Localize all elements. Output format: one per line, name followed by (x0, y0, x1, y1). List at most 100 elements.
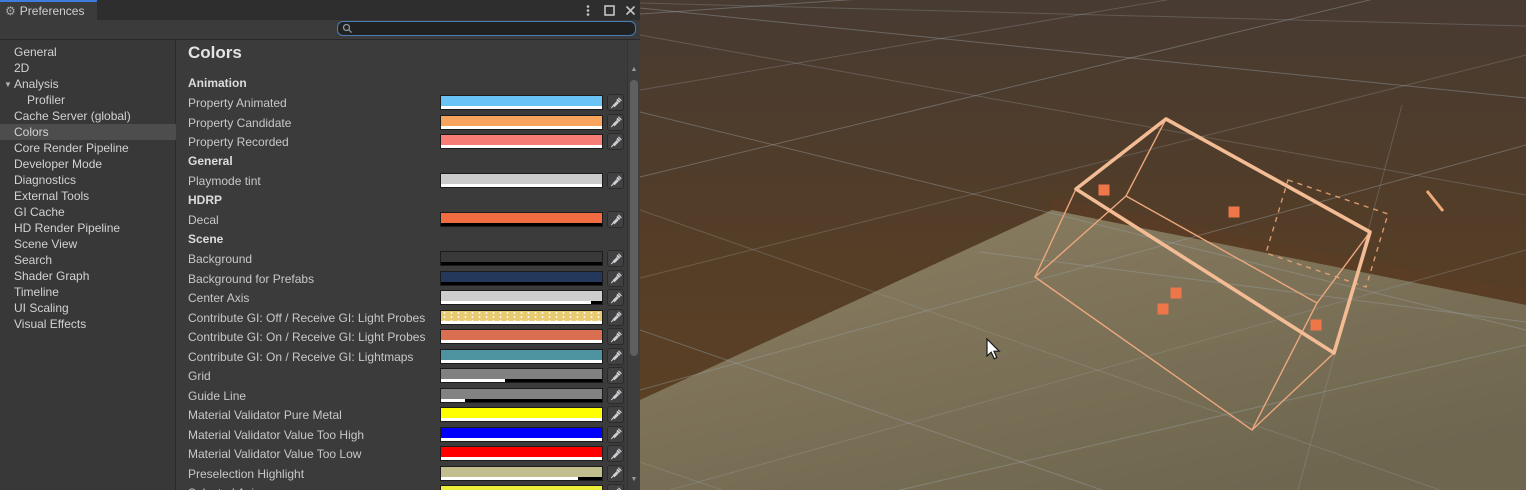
light-probe-handle[interactable] (1229, 207, 1240, 218)
sidebar-item-scene-view[interactable]: Scene View (0, 236, 176, 252)
color-swatch-preselection-highlight[interactable] (440, 466, 603, 481)
foldout-triangle-icon[interactable]: ▼ (3, 80, 13, 89)
eyedropper-button[interactable] (607, 172, 624, 189)
swatch-alpha-white (441, 321, 602, 324)
search-box[interactable] (337, 21, 636, 36)
light-probe-handle[interactable] (1171, 288, 1182, 299)
eyedropper-button[interactable] (607, 387, 624, 404)
eyedropper-button[interactable] (607, 133, 624, 150)
swatch-color (441, 428, 602, 438)
eyedropper-button[interactable] (607, 114, 624, 131)
sidebar-item-hd-render-pipeline[interactable]: HD Render Pipeline (0, 220, 176, 236)
eyedropper-button[interactable] (607, 309, 624, 326)
maximize-icon[interactable] (603, 4, 615, 16)
color-label: Selected Axis (188, 486, 260, 490)
color-swatch-contribute-gi-on-receive-gi-lightmaps[interactable] (440, 349, 603, 364)
color-swatch-property-recorded[interactable] (440, 134, 603, 149)
swatch-alpha-white (441, 340, 602, 343)
light-probe-handle[interactable] (1311, 320, 1322, 331)
eyedropper-button[interactable] (607, 367, 624, 384)
eyedropper-button[interactable] (607, 406, 624, 423)
eyedropper-icon (609, 174, 623, 188)
color-swatch-property-animated[interactable] (440, 95, 603, 110)
color-label: Decal (188, 213, 219, 227)
scrollbar[interactable]: ▲ ▼ (627, 40, 640, 490)
sidebar-item-shader-graph[interactable]: Shader Graph (0, 268, 176, 284)
color-swatch-grid[interactable] (440, 368, 603, 383)
eyedropper-button[interactable] (607, 270, 624, 287)
eyedropper-button[interactable] (607, 426, 624, 443)
color-row: Guide Line (177, 386, 627, 405)
color-swatch-background[interactable] (440, 251, 603, 266)
section-header: Animation (188, 76, 247, 90)
color-swatch-material-validator-value-too-high[interactable] (440, 427, 603, 442)
color-swatch-contribute-gi-off-receive-gi-light-probes[interactable] (440, 310, 603, 325)
sidebar-item-developer-mode[interactable]: Developer Mode (0, 156, 176, 172)
sidebar-item-diagnostics[interactable]: Diagnostics (0, 172, 176, 188)
eyedropper-button[interactable] (607, 465, 624, 482)
swatch-color (441, 213, 602, 223)
color-row: Grid (177, 366, 627, 385)
swatch-alpha-white (441, 438, 602, 441)
sidebar-item-2d[interactable]: 2D (0, 60, 176, 76)
color-swatch-guide-line[interactable] (440, 388, 603, 403)
sidebar-item-gi-cache[interactable]: GI Cache (0, 204, 176, 220)
scroll-down-icon[interactable]: ▼ (628, 474, 640, 486)
eyedropper-button[interactable] (607, 348, 624, 365)
eyedropper-icon (609, 466, 623, 480)
eyedropper-button[interactable] (607, 445, 624, 462)
sidebar-item-general[interactable]: General (0, 44, 176, 60)
eyedropper-button[interactable] (607, 328, 624, 345)
color-swatch-playmode-tint[interactable] (440, 173, 603, 188)
sidebar-item-visual-effects[interactable]: Visual Effects (0, 316, 176, 332)
color-row: Playmode tint (177, 171, 627, 190)
color-swatch-contribute-gi-on-receive-gi-light-probes[interactable] (440, 329, 603, 344)
sidebar-item-label: Core Render Pipeline (14, 141, 129, 155)
swatch-alpha-bar (441, 184, 602, 187)
swatch-alpha-bar (441, 438, 602, 441)
sidebar-item-label: Search (14, 253, 52, 267)
color-label: Material Validator Value Too High (188, 428, 364, 442)
sidebar-item-timeline[interactable]: Timeline (0, 284, 176, 300)
sidebar-item-profiler[interactable]: Profiler (0, 92, 176, 108)
swatch-alpha-white (441, 301, 591, 304)
color-swatch-property-candidate[interactable] (440, 115, 603, 130)
sidebar-item-core-render-pipeline[interactable]: Core Render Pipeline (0, 140, 176, 156)
section-header-row: Scene (177, 230, 627, 249)
scene-viewport[interactable] (640, 0, 1526, 490)
color-swatch-selected-axis[interactable] (440, 485, 603, 490)
sidebar-item-cache-server-global[interactable]: Cache Server (global) (0, 108, 176, 124)
tab-preferences[interactable]: ⚙ Preferences (0, 0, 97, 20)
color-swatch-material-validator-pure-metal[interactable] (440, 407, 603, 422)
eyedropper-button[interactable] (607, 484, 624, 490)
color-swatch-background-for-prefabs[interactable] (440, 271, 603, 286)
sidebar-item-external-tools[interactable]: External Tools (0, 188, 176, 204)
sidebar-item-analysis[interactable]: ▼Analysis (0, 76, 176, 92)
swatch-alpha-white (441, 457, 602, 460)
eyedropper-button[interactable] (607, 250, 624, 267)
sidebar-item-colors[interactable]: Colors (0, 124, 176, 140)
eyedropper-button[interactable] (607, 211, 624, 228)
scrollbar-thumb[interactable] (630, 80, 638, 356)
swatch-alpha-bar (441, 399, 602, 402)
eyedropper-button[interactable] (607, 289, 624, 306)
swatch-alpha-white (441, 145, 602, 148)
sidebar-item-label: Colors (14, 125, 49, 139)
color-swatch-material-validator-value-too-low[interactable] (440, 446, 603, 461)
color-swatch-center-axis[interactable] (440, 290, 603, 305)
color-label: Property Candidate (188, 116, 291, 130)
sidebar-item-ui-scaling[interactable]: UI Scaling (0, 300, 176, 316)
swatch-color (441, 447, 602, 457)
color-row: Background (177, 249, 627, 268)
close-icon[interactable] (624, 4, 636, 16)
light-probe-handle[interactable] (1158, 304, 1169, 315)
search-input[interactable] (353, 23, 627, 35)
kebab-menu-icon[interactable] (582, 4, 594, 16)
light-probe-handle[interactable] (1099, 185, 1110, 196)
color-swatch-decal[interactable] (440, 212, 603, 227)
eyedropper-button[interactable] (607, 94, 624, 111)
color-row: Selected Axis (177, 483, 627, 490)
color-row: Material Validator Value Too Low (177, 444, 627, 463)
sidebar-item-search[interactable]: Search (0, 252, 176, 268)
scroll-up-icon[interactable]: ▲ (628, 64, 640, 76)
